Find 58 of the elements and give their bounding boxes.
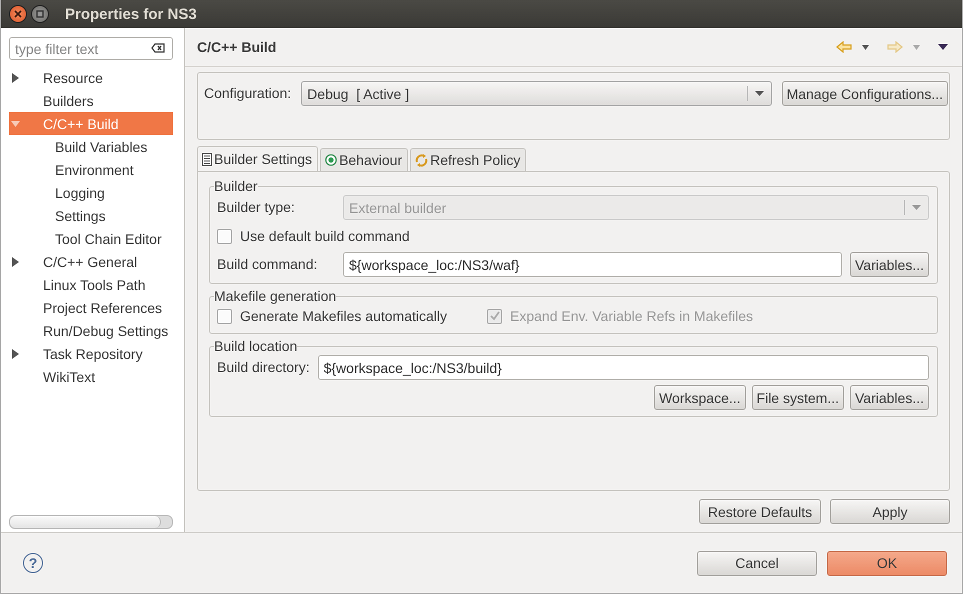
builder-type-label: Builder type: (217, 198, 296, 217)
checkbox[interactable] (217, 308, 232, 324)
checkbox[interactable] (217, 228, 232, 244)
checkbox-label: Expand Env. Variable Refs in Makefiles (510, 308, 754, 324)
group-title: Build location (214, 338, 298, 355)
page-button[interactable]: Apply (830, 499, 950, 524)
page-title: C/C++ Build (197, 39, 276, 55)
tree-item[interactable]: Build Variables (9, 135, 173, 158)
group-title: Builder (214, 178, 258, 195)
target-icon (325, 154, 338, 166)
list-icon (202, 152, 212, 166)
filter-field[interactable]: type filter text (9, 37, 173, 60)
browse-button[interactable]: Workspace... (654, 385, 746, 410)
tree-item[interactable]: Resource (9, 66, 173, 89)
tree-item[interactable]: WikiText (9, 365, 173, 388)
help-icon[interactable]: ? (23, 553, 43, 573)
view-menu-icon[interactable] (938, 44, 948, 50)
tree-item[interactable]: C/C++ General (9, 250, 173, 273)
minimize-icon[interactable] (31, 5, 49, 23)
dropdown-caret-icon[interactable] (862, 44, 869, 50)
horizontal-scrollbar[interactable] (9, 515, 173, 529)
expand-arrow-icon[interactable] (11, 349, 20, 359)
configuration-dropdown[interactable]: Debug [ Active ] (301, 81, 772, 106)
clear-icon[interactable] (151, 43, 165, 53)
manage-configurations-button[interactable]: Manage Configurations... (782, 81, 948, 106)
expand-arrow-icon[interactable] (11, 257, 20, 267)
tab[interactable]: Behaviour (320, 148, 408, 171)
tree-item[interactable]: Run/Debug Settings (9, 319, 173, 342)
browse-button[interactable]: File system... (752, 385, 844, 410)
tree-item[interactable]: Project References (9, 296, 173, 319)
checkbox-label: Use default build command (240, 228, 410, 244)
tab[interactable]: Refresh Policy (410, 148, 526, 171)
caret-icon (912, 205, 921, 210)
tree-item[interactable]: Tool Chain Editor (9, 227, 173, 250)
expand-arrow-icon[interactable] (11, 73, 20, 83)
tab[interactable]: Builder Settings (197, 146, 318, 171)
tree-item[interactable]: Settings (9, 204, 173, 227)
tree-item[interactable]: Linux Tools Path (9, 273, 173, 296)
tree-item[interactable]: Environment (9, 158, 173, 181)
tree-item[interactable]: Logging (9, 181, 173, 204)
dialog-button[interactable]: OK (827, 550, 947, 576)
checkbox-label: Generate Makefiles automatically (240, 308, 447, 324)
refresh-icon (415, 154, 428, 166)
group-title: Makefile generation (214, 288, 336, 305)
build-command-label: Build command: (217, 255, 318, 274)
configuration-label: Configuration: (204, 84, 292, 103)
tree-item[interactable]: Task Repository (9, 342, 173, 365)
build-directory-field[interactable]: ${workspace_loc:/NS3/build} (318, 355, 929, 380)
build-command-field[interactable]: ${workspace_loc:/NS3/waf} (343, 252, 842, 277)
build-directory-label: Build directory: (217, 358, 310, 377)
caret-icon (754, 91, 764, 96)
window-title: Properties for NS3 (65, 6, 197, 22)
page-button[interactable]: Restore Defaults (699, 499, 821, 524)
dialog-button[interactable]: Cancel (697, 550, 817, 576)
browse-button[interactable]: Variables... (850, 385, 929, 410)
tree-item[interactable]: Builders (9, 89, 173, 112)
close-icon[interactable] (9, 5, 27, 23)
variables-button[interactable]: Variables... (850, 252, 929, 277)
